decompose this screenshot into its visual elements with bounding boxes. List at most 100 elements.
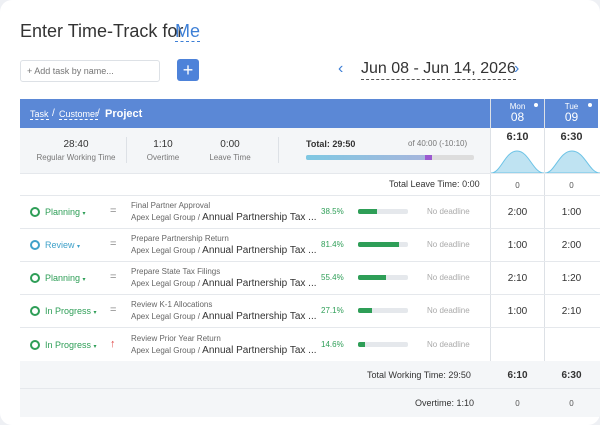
equals-icon[interactable]: = xyxy=(110,271,116,283)
status-dropdown[interactable]: Review ▾ xyxy=(45,240,80,250)
leave-time-value: 0:00 xyxy=(220,139,240,150)
task-percent: 38.5% xyxy=(321,207,344,216)
sort-customer-link[interactable]: Customer xyxy=(59,109,99,120)
task-progress-fill xyxy=(358,342,366,347)
total-label: Total: 29:50 xyxy=(306,139,356,149)
clock-icon xyxy=(30,306,40,316)
day-total-mon: 6:10 xyxy=(506,131,529,143)
time-cell-tue[interactable]: 1:00 xyxy=(545,207,598,218)
equals-icon[interactable]: = xyxy=(110,205,116,217)
total-target: of 40:00 (-10:10) xyxy=(408,139,468,148)
day-header-tue[interactable]: Tue 09 xyxy=(545,99,598,128)
footer-overtime-value: 1:10 xyxy=(456,398,475,408)
row-divider xyxy=(20,327,600,328)
task-progress-bar xyxy=(358,342,408,347)
equals-icon[interactable]: = xyxy=(110,238,116,250)
total-working-label: Total Working Time: xyxy=(367,370,446,380)
task-progress-bar xyxy=(358,209,408,214)
footer-overtime-label: Overtime: xyxy=(415,398,455,408)
time-cell-tue[interactable]: 1:20 xyxy=(545,273,598,284)
add-task-input[interactable] xyxy=(20,60,160,82)
dot-icon xyxy=(534,103,538,107)
task-customer-project[interactable]: Apex Legal Group / Annual Partnership Ta… xyxy=(131,245,317,256)
task-name[interactable]: Final Partner Approval xyxy=(131,201,210,210)
task-percent: 55.4% xyxy=(321,273,344,282)
task-progress-fill xyxy=(358,242,399,247)
time-cell-mon[interactable]: 1:00 xyxy=(491,306,544,317)
total-working-time: Total Working Time: 29:50 xyxy=(367,370,471,380)
leave-tue: 0 xyxy=(569,181,574,190)
dot-icon xyxy=(588,103,592,107)
time-cell-mon[interactable]: 2:00 xyxy=(491,207,544,218)
task-deadline[interactable]: No deadline xyxy=(427,306,470,315)
leave-time-label: Leave Time xyxy=(209,153,251,162)
mon-hours-wave xyxy=(491,150,544,173)
working-total-tue: 6:30 xyxy=(561,370,582,381)
total-leave-value: 0:00 xyxy=(462,179,480,189)
task-percent: 14.6% xyxy=(321,340,344,349)
task-percent: 27.1% xyxy=(321,306,344,315)
time-track-card: Enter Time-Track for Me + ‹ Jun 08 - Jun… xyxy=(0,0,600,425)
task-deadline[interactable]: No deadline xyxy=(427,273,470,282)
task-customer-project[interactable]: Apex Legal Group / Annual Partnership Ta… xyxy=(131,345,317,356)
task-deadline[interactable]: No deadline xyxy=(427,207,470,216)
breadcrumb-separator: / xyxy=(52,108,55,119)
row-divider xyxy=(20,173,600,174)
row-divider xyxy=(20,195,600,196)
overtime-marker xyxy=(425,155,432,160)
task-deadline[interactable]: No deadline xyxy=(427,340,470,349)
day-header-mon[interactable]: Mon 08 xyxy=(491,99,544,128)
equals-icon[interactable]: = xyxy=(110,304,116,316)
summary-panel xyxy=(20,128,490,173)
total-leave-time: Total Leave Time: 0:00 xyxy=(389,179,480,189)
total-working-value: 29:50 xyxy=(448,370,471,380)
task-progress-fill xyxy=(358,308,372,313)
task-customer-project[interactable]: Apex Legal Group / Annual Partnership Ta… xyxy=(131,212,317,223)
time-cell-tue[interactable]: 2:00 xyxy=(545,240,598,251)
task-progress-bar xyxy=(358,242,408,247)
status-dropdown[interactable]: In Progress ▾ xyxy=(45,306,97,316)
status-dropdown[interactable]: Planning ▾ xyxy=(45,207,86,217)
breadcrumb-separator: / xyxy=(97,108,100,119)
time-cell-tue[interactable]: 2:10 xyxy=(545,306,598,317)
day-number: 09 xyxy=(564,110,579,124)
clock-icon xyxy=(30,240,40,250)
time-cell-mon[interactable]: 2:10 xyxy=(491,273,544,284)
task-name[interactable]: Review K-1 Allocations xyxy=(131,300,212,309)
footer-overtime: Overtime: 1:10 xyxy=(415,398,474,408)
add-task-button[interactable]: + xyxy=(177,59,199,81)
chevron-right-icon[interactable]: › xyxy=(514,60,519,78)
clock-icon xyxy=(30,340,40,350)
chevron-left-icon[interactable]: ‹ xyxy=(338,60,343,78)
overtime-mon: 0 xyxy=(515,399,520,408)
task-progress-bar xyxy=(358,308,408,313)
sort-task-link[interactable]: Task xyxy=(30,109,49,120)
time-cell-mon[interactable]: 1:00 xyxy=(491,240,544,251)
row-divider xyxy=(20,228,600,229)
status-dropdown[interactable]: Planning ▾ xyxy=(45,273,86,283)
task-percent: 81.4% xyxy=(321,240,344,249)
task-name[interactable]: Prepare Partnership Return xyxy=(131,234,229,243)
arrow-up-icon[interactable]: ↑ xyxy=(110,338,116,350)
day-total-tue: 6:30 xyxy=(560,131,583,143)
sort-project-link[interactable]: Project xyxy=(105,108,142,120)
total-progress-bar xyxy=(306,155,474,160)
summary-divider xyxy=(126,137,127,163)
task-progress-bar xyxy=(358,275,408,280)
row-divider xyxy=(20,294,600,295)
task-progress-fill xyxy=(358,209,378,214)
date-range-selector[interactable]: Jun 08 - Jun 14, 2026 xyxy=(361,59,516,80)
task-name[interactable]: Prepare State Tax Filings xyxy=(131,267,220,276)
row-divider xyxy=(20,388,600,389)
task-customer-project[interactable]: Apex Legal Group / Annual Partnership Ta… xyxy=(131,311,317,322)
total-leave-label: Total Leave Time: xyxy=(389,179,460,189)
task-deadline[interactable]: No deadline xyxy=(427,240,470,249)
overtime-tue: 0 xyxy=(569,399,574,408)
total-progress-fill xyxy=(306,155,432,160)
day-number: 08 xyxy=(510,110,525,124)
summary-divider xyxy=(278,137,279,163)
task-customer-project[interactable]: Apex Legal Group / Annual Partnership Ta… xyxy=(131,278,317,289)
user-selector[interactable]: Me xyxy=(175,21,201,42)
task-name[interactable]: Review Prior Year Return xyxy=(131,334,221,343)
status-dropdown[interactable]: In Progress ▾ xyxy=(45,340,97,350)
